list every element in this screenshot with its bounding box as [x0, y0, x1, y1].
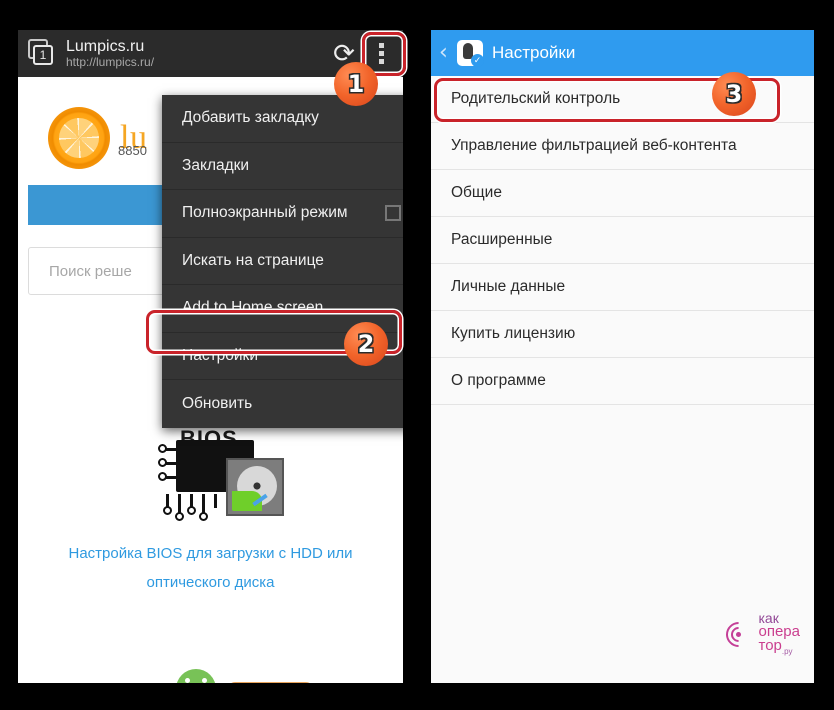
hard-disk-icon: [226, 458, 284, 516]
settings-item-personal-data[interactable]: Личные данные: [431, 264, 814, 311]
watermark-text: как опера тор.ру: [759, 611, 801, 659]
menu-item-label: Искать на странице: [182, 251, 324, 269]
watermark: как опера тор.ру: [720, 611, 801, 659]
back-chevron-icon[interactable]: ‹: [439, 42, 455, 64]
bios-thumbnail-image: BIOS: [158, 422, 288, 527]
solder-dot: [175, 512, 184, 521]
settings-header: ‹ ✓ Настройки: [431, 30, 814, 76]
screenshot-stage: 1 Lumpics.ru http://lumpics.ru/ ⟳ lu 885…: [0, 0, 834, 710]
solder-dot: [187, 506, 196, 515]
annotation-badge-1: 1: [334, 62, 378, 106]
menu-item-label: Закладки: [182, 156, 250, 174]
orange-logo-icon: [48, 107, 110, 169]
settings-item-label: О программе: [451, 372, 546, 389]
settings-list: Родительский контроль Управление фильтра…: [431, 76, 814, 405]
app-icon: ✓: [457, 40, 484, 67]
phone-illustration: [228, 682, 313, 683]
settings-item-about[interactable]: О программе: [431, 358, 814, 405]
settings-item-label: Личные данные: [451, 278, 566, 295]
right-phone-panel: ‹ ✓ Настройки Родительский контроль Упра…: [431, 30, 814, 683]
menu-item-label: Полноэкранный режим: [182, 204, 348, 222]
settings-item-buy-license[interactable]: Купить лицензию: [431, 311, 814, 358]
watermark-signal-icon: [720, 616, 756, 653]
menu-item-fullscreen[interactable]: Полноэкранный режим: [162, 190, 403, 238]
url-block[interactable]: Lumpics.ru http://lumpics.ru/: [66, 38, 329, 70]
chip-pin: [178, 494, 181, 514]
annotation-badge-2: 2: [344, 322, 388, 366]
menu-item-bookmarks[interactable]: Закладки: [162, 143, 403, 190]
article-link[interactable]: Настройка BIOS для загрузки с HDD или оп…: [38, 539, 383, 597]
watermark-line-3: тор.ру: [758, 637, 793, 656]
solder-dot: [158, 458, 167, 467]
annotation-badge-3: 3: [712, 72, 756, 116]
tab-count-label: 1: [33, 44, 53, 65]
settings-item-advanced[interactable]: Расширенные: [431, 217, 814, 264]
android-head: [176, 669, 216, 683]
fullscreen-checkbox[interactable]: [385, 205, 401, 222]
solder-dot: [163, 506, 172, 515]
site-logo-row: lu: [48, 107, 147, 169]
android-robot-icon: [170, 669, 222, 683]
site-title: Lumpics.ru: [66, 37, 145, 55]
left-phone-panel: 1 Lumpics.ru http://lumpics.ru/ ⟳ lu 885…: [18, 30, 403, 683]
android-eye: [185, 678, 190, 683]
settings-item-general[interactable]: Общие: [431, 170, 814, 217]
tab-count-icon[interactable]: 1: [28, 38, 58, 69]
settings-item-label: Управление фильтрацией веб-контента: [451, 137, 737, 154]
settings-item-web-content-filtering[interactable]: Управление фильтрацией веб-контента: [431, 123, 814, 170]
chip-pin: [214, 494, 217, 508]
page-title: Настройки: [492, 43, 576, 62]
browser-overflow-menu: Добавить закладку Закладки Полноэкранный…: [162, 95, 403, 428]
page-phone-number: 8850: [118, 143, 147, 158]
menu-item-label: Добавить закладку: [182, 109, 319, 127]
solder-dot: [199, 512, 208, 521]
solder-dot: [158, 444, 167, 453]
solder-dot: [158, 472, 167, 481]
chip-pin: [202, 494, 205, 514]
menu-item-refresh[interactable]: Обновить: [162, 380, 403, 428]
check-badge-icon: ✓: [471, 54, 484, 67]
search-placeholder: Поиск реше: [49, 262, 132, 280]
site-url: http://lumpics.ru/: [66, 54, 155, 69]
settings-item-label: Общие: [451, 184, 502, 201]
menu-item-find-in-page[interactable]: Искать на странице: [162, 238, 403, 285]
settings-item-label: Купить лицензию: [451, 325, 576, 342]
menu-item-label: Обновить: [182, 394, 253, 412]
settings-item-label: Расширенные: [451, 231, 553, 248]
android-eye: [202, 678, 207, 683]
